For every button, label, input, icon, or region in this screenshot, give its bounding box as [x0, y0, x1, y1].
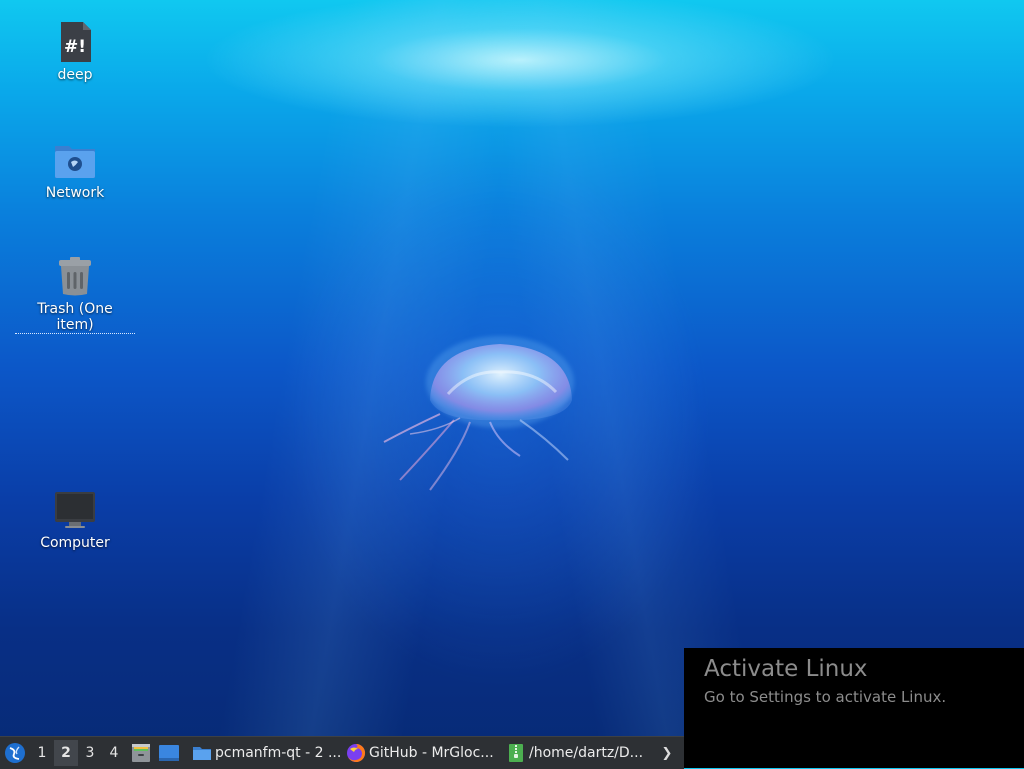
- task-firefox-github[interactable]: GitHub - MrGloc...: [342, 737, 502, 769]
- quicklaunch-file-archiver[interactable]: [128, 739, 154, 767]
- desktop-icon-trash[interactable]: Trash (One item): [15, 254, 135, 334]
- wallpaper-jellyfish: [383, 336, 574, 491]
- task-label: pcmanfm-qt - 2 ...: [215, 745, 342, 761]
- svg-text:#!: #!: [64, 37, 86, 57]
- task-label: GitHub - MrGloc...: [369, 745, 494, 761]
- firefox-icon: [347, 743, 366, 762]
- task-label: /home/dartz/D...: [529, 745, 644, 761]
- taskbar-overflow-icon[interactable]: ❯: [662, 737, 673, 769]
- start-menu-button[interactable]: [0, 737, 30, 769]
- desktop-icon-label: Computer: [40, 535, 110, 551]
- desktop-icon-label: Network: [45, 185, 105, 201]
- workspace-4[interactable]: 4: [102, 740, 126, 766]
- desktop-icon-label: Trash (One item): [15, 301, 135, 334]
- desktop-icon-label: deep: [57, 67, 93, 83]
- folder-icon: [193, 747, 211, 760]
- file-archiver-icon: [132, 744, 150, 762]
- activate-title: Activate Linux: [704, 656, 868, 682]
- quicklaunch-show-desktop[interactable]: [156, 739, 182, 767]
- lxqt-start-icon: [5, 743, 25, 763]
- archive-icon: [509, 744, 523, 762]
- show-desktop-icon: [159, 745, 179, 761]
- desktop-icon-deep[interactable]: #! deep: [15, 20, 135, 83]
- trash-icon: [53, 254, 97, 298]
- workspace-2[interactable]: 2: [54, 740, 78, 766]
- activate-subtitle: Go to Settings to activate Linux.: [704, 688, 947, 706]
- activate-linux-notice: Activate Linux Go to Settings to activat…: [684, 648, 1024, 736]
- workspace-1[interactable]: 1: [30, 740, 54, 766]
- computer-icon: [53, 488, 97, 532]
- network-folder-icon: [53, 138, 97, 182]
- desktop-icon-computer[interactable]: Computer: [15, 488, 135, 551]
- script-file-icon: #!: [53, 20, 97, 64]
- activate-notice-bottom: [684, 736, 1024, 768]
- task-archive-home[interactable]: /home/dartz/D...: [502, 737, 662, 769]
- workspace-3[interactable]: 3: [78, 740, 102, 766]
- task-pcmanfm[interactable]: pcmanfm-qt - 2 ...: [188, 737, 342, 769]
- desktop-icon-network[interactable]: Network: [15, 138, 135, 201]
- taskbar: 1 2 3 4 pcmanfm-qt - 2 ... GitHub - MrGl…: [0, 736, 684, 769]
